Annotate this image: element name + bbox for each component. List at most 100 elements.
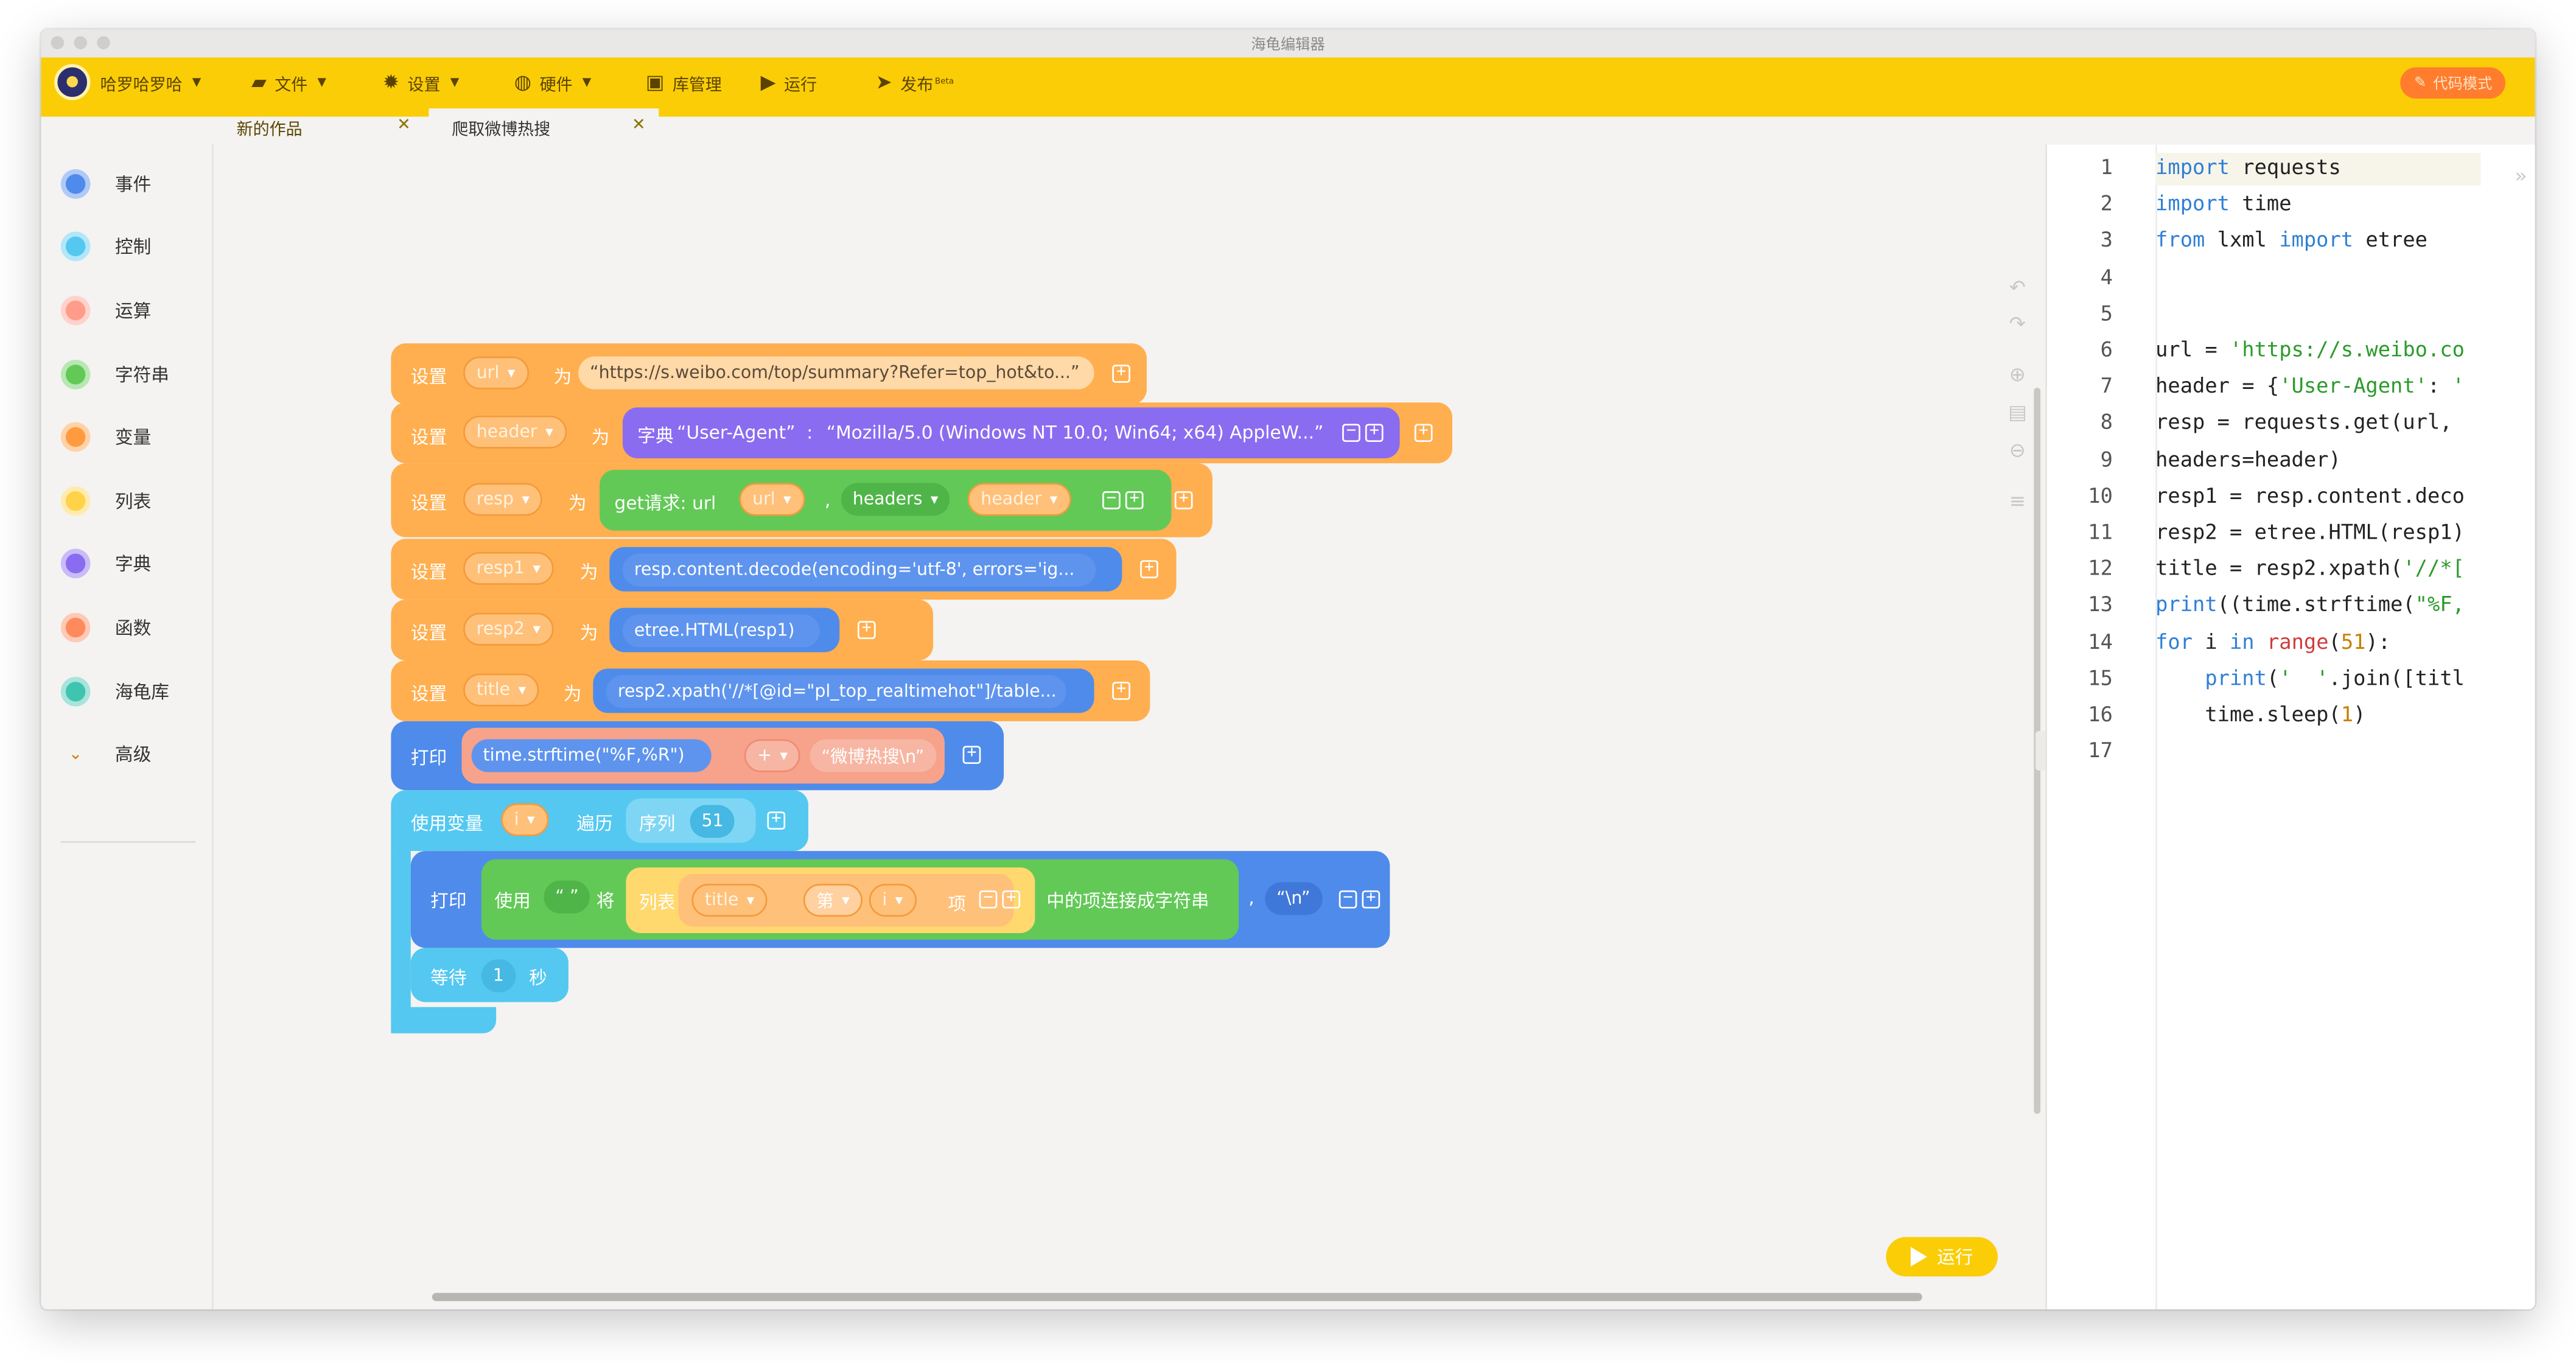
set-variable-block-url[interactable]: 设置 url ▼ 为 “https://s.weibo.com/top/summa…	[391, 343, 1147, 404]
set-variable-block-resp2[interactable]: 设置 resp2 ▼ 为 etree.HTML(resp1) +	[391, 600, 934, 660]
plus-icon[interactable]: +	[1112, 364, 1130, 383]
wait-block[interactable]: 等待 1 秒	[410, 948, 569, 1002]
publish-button[interactable]: ➤ 发布 Beta	[876, 57, 954, 107]
variable-dropdown-resp2[interactable]: resp2 ▼	[463, 612, 554, 646]
variable-dropdown-resp[interactable]: resp ▼	[463, 483, 543, 516]
plus-icon[interactable]: +	[1125, 491, 1144, 509]
sidebar-item-advanced[interactable]: ⌄ 高级	[61, 733, 151, 775]
sidebar-item-operators[interactable]: 运算	[60, 289, 151, 332]
sidebar-item-dicts[interactable]: 字典	[60, 542, 151, 585]
variable-dropdown-title[interactable]: title ▼	[691, 884, 768, 917]
code-line[interactable]: resp2 = etree.HTML(resp1)	[2155, 519, 2484, 544]
operator-dropdown[interactable]: + ▼	[744, 739, 801, 772]
variable-dropdown-header[interactable]: header ▼	[463, 415, 567, 449]
plus-icon[interactable]: +	[962, 745, 981, 764]
sidebar-item-events[interactable]: 事件	[60, 163, 151, 205]
code-line[interactable]: for i in range(51):	[2155, 629, 2484, 653]
sidebar-item-lists[interactable]: 列表	[60, 480, 151, 522]
for-loop-block[interactable]: 使用变量 i ▼ 遍历 序列 51 +	[391, 790, 808, 852]
variable-dropdown-title[interactable]: title ▼	[463, 673, 539, 707]
code-line[interactable]: headers=header)	[2155, 446, 2484, 471]
code-line[interactable]: url = 'https://s.weibo.co	[2155, 337, 2484, 361]
horizontal-scrollbar[interactable]	[432, 1293, 1922, 1301]
plus-icon[interactable]: +	[1112, 681, 1130, 700]
dict-block[interactable]: 字典 “User-Agent” : “Mozilla/5.0 (Windows …	[622, 407, 1400, 459]
code-expression-block[interactable]: etree.HTML(resp1)	[609, 607, 840, 653]
variable-dropdown-url[interactable]: url ▼	[463, 356, 528, 390]
plus-icon[interactable]: +	[1362, 890, 1381, 909]
code-mode-button[interactable]: ✎ 代码模式	[2401, 67, 2505, 99]
code-line[interactable]: header = {'User-Agent': '	[2155, 373, 2484, 397]
user-menu[interactable]: ● 哈罗哈罗哈 ▼	[54, 57, 201, 107]
expression-input[interactable]: time.strftime("%F,%R")	[471, 739, 712, 772]
code-expression-block[interactable]: resp2.xpath('//*[@id="pl_top_realtimehot…	[593, 668, 1094, 713]
hardware-menu[interactable]: ◍ 硬件 ▼	[514, 57, 592, 107]
variable-dropdown-resp1[interactable]: resp1 ▼	[463, 551, 554, 585]
minus-icon[interactable]: −	[1102, 491, 1121, 509]
variable-dropdown-url[interactable]: url ▼	[739, 483, 805, 516]
variable-dropdown-header[interactable]: header ▼	[967, 483, 1071, 516]
tab-weibo-scraper[interactable]: 爬取微博热搜 ✕	[429, 108, 659, 145]
variable-dropdown-i[interactable]: i ▼	[501, 803, 548, 836]
redo-icon[interactable]: ↷	[2004, 312, 2031, 335]
set-variable-block-resp1[interactable]: 设置 resp1 ▼ 为 resp.content.decode(encoding…	[391, 539, 1177, 600]
code-line[interactable]: time.sleep(1)	[2155, 701, 2484, 726]
separator-string[interactable]: “ ”	[544, 880, 590, 914]
cleanup-icon[interactable]: ≡	[2004, 489, 2031, 513]
close-icon[interactable]: ✕	[397, 117, 411, 135]
expression-input[interactable]: resp2.xpath('//*[@id="pl_top_realtimehot…	[606, 675, 1066, 708]
string-value-url[interactable]: “https://s.weibo.com/top/summary?Refer=t…	[578, 356, 1094, 390]
get-request-block[interactable]: get请求: url url ▼ , headers ▼ header ▼ − +	[600, 469, 1172, 531]
plus-icon[interactable]: +	[1414, 423, 1433, 443]
print-join-block[interactable]: 打印 使用 “ ” 将 列表 title▼ 第▼ i▼ 项 − − 中的项连接成…	[410, 851, 1390, 948]
variable-dropdown-i[interactable]: i ▼	[869, 884, 916, 917]
file-menu[interactable]: ▰ 文件 ▼	[251, 57, 326, 107]
settings-menu[interactable]: ✹ 设置 ▼	[383, 57, 459, 107]
double-chevron-right-icon[interactable]: »	[2515, 164, 2527, 187]
plus-icon[interactable]: +	[1002, 890, 1021, 909]
code-line[interactable]: from lxml import etree	[2155, 228, 2484, 252]
minus-icon[interactable]: −	[1342, 423, 1360, 443]
code-line[interactable]: resp1 = resp.content.deco	[2155, 483, 2484, 507]
join-block[interactable]: 使用 “ ” 将 列表 title▼ 第▼ i▼ 项 − − 中的项连接成字符串	[481, 859, 1239, 940]
string-value[interactable]: “微博热搜\n”	[810, 739, 936, 772]
number-input[interactable]: 51	[690, 805, 735, 838]
code-line[interactable]: resp = requests.get(url,	[2155, 410, 2484, 434]
code-panel[interactable]: » 1 import requests 2 import time 3 from lxml…	[2045, 144, 2535, 1310]
print-block[interactable]: 打印 time.strftime("%F,%R") + ▼ “微博热搜\n” +	[391, 721, 1004, 791]
reset-zoom-icon[interactable]: ▤	[2004, 401, 2031, 424]
library-button[interactable]: ▣ 库管理	[646, 57, 722, 107]
undo-icon[interactable]: ↶	[2004, 276, 2031, 299]
sidebar-item-control[interactable]: 控制	[60, 225, 151, 268]
range-block[interactable]: 序列 51	[626, 798, 756, 843]
headers-keyword-dropdown[interactable]: headers ▼	[841, 483, 950, 516]
index-dropdown[interactable]: 第 ▼	[803, 884, 863, 917]
zoom-out-icon[interactable]: ⊖	[2004, 439, 2031, 462]
expression-input[interactable]: etree.HTML(resp1)	[622, 614, 820, 648]
code-line[interactable]: title = resp2.xpath('//*[	[2155, 556, 2484, 580]
plus-icon[interactable]: +	[1140, 559, 1158, 579]
list-item-block[interactable]: 列表 title▼ 第▼ i▼ 项 −	[626, 867, 1035, 934]
number-input[interactable]: 1	[481, 959, 516, 993]
sidebar-item-turtle[interactable]: 海龟库	[60, 670, 169, 713]
run-button[interactable]: 运行	[1886, 1237, 1998, 1277]
list-index-block[interactable]: title ▼ 第 ▼ i ▼ 项	[678, 873, 1014, 927]
expression-input[interactable]: resp.content.decode(encoding='utf-8', er…	[622, 553, 1096, 587]
minus-icon[interactable]: −	[979, 890, 998, 909]
concat-operator-block[interactable]: time.strftime("%F,%R") + ▼ “微博热搜\n”	[461, 727, 945, 784]
close-icon[interactable]: ✕	[632, 117, 646, 135]
plus-icon[interactable]: +	[857, 620, 876, 639]
set-variable-block-header[interactable]: 设置 header ▼ 为 字典 “User-Agent” : “Mozilla/…	[391, 402, 1452, 464]
plus-icon[interactable]: +	[1365, 423, 1384, 443]
block-workspace[interactable]: 设置 url ▼ 为 “https://s.weibo.com/top/summa…	[213, 144, 2046, 1310]
code-line[interactable]: import time	[2155, 191, 2484, 215]
sidebar-item-variables[interactable]: 变量	[60, 416, 151, 458]
plus-icon[interactable]: +	[1174, 491, 1193, 509]
code-line[interactable]: print((time.strftime("%F,	[2155, 592, 2484, 617]
set-variable-block-resp[interactable]: 设置 resp ▼ 为 get请求: url url ▼ , headers ▼ he…	[391, 463, 1213, 537]
tab-new-work[interactable]: 新的作品 ✕	[214, 108, 424, 144]
code-expression-block[interactable]: resp.content.decode(encoding='utf-8', er…	[609, 547, 1122, 592]
set-variable-block-title[interactable]: 设置 title ▼ 为 resp2.xpath('//*[@id="pl_top…	[391, 660, 1150, 721]
end-string[interactable]: “\n”	[1265, 882, 1322, 915]
minus-icon[interactable]: −	[1339, 890, 1357, 909]
